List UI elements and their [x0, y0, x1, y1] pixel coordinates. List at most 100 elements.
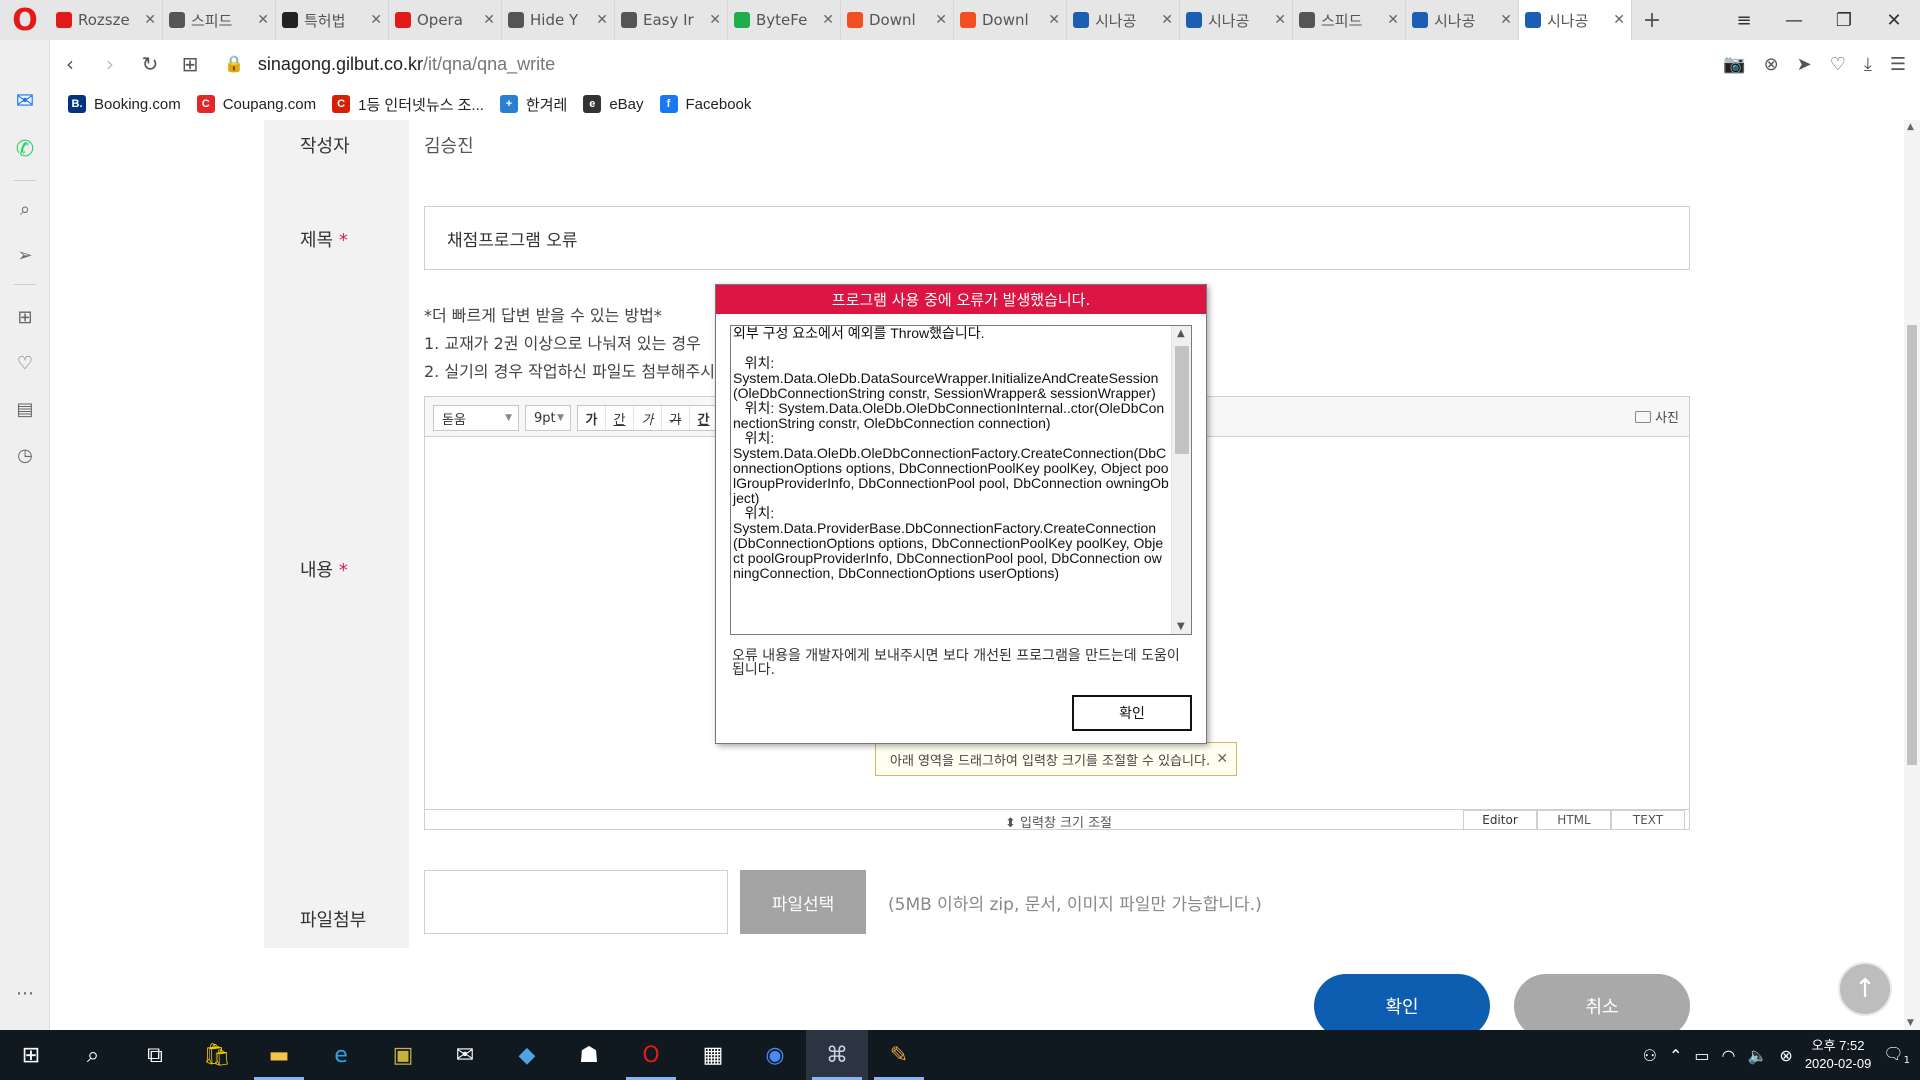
messenger-icon[interactable]: ✉ [12, 88, 38, 114]
file-select-button[interactable]: 파일선택 [740, 870, 866, 934]
bookmark-item[interactable]: C 1등 인터넷뉴스 조... [332, 94, 484, 115]
calculator-icon[interactable]: ▦ [682, 1030, 744, 1080]
close-window-button[interactable]: ✕ [1866, 0, 1920, 40]
page-scrollbar[interactable]: ▲ ▼ [1904, 120, 1920, 1030]
speed-dial-icon[interactable]: ⊞ [170, 44, 210, 84]
more-icon[interactable]: ⋯ [12, 980, 38, 1006]
browser-tab[interactable]: 시나공 ✕ [1180, 0, 1293, 40]
app-icon[interactable]: ◆ [496, 1030, 558, 1080]
scroll-to-top-icon[interactable]: ↑ [1838, 962, 1892, 1016]
close-icon[interactable]: ✕ [483, 12, 495, 28]
flow-icon[interactable]: ➢ [12, 242, 38, 268]
scroll-up-icon[interactable]: ▲ [1907, 122, 1914, 132]
close-icon[interactable]: ✕ [370, 12, 382, 28]
scroll-down-icon[interactable]: ▼ [1907, 1018, 1914, 1028]
scroll-down-icon[interactable]: ▼ [1177, 621, 1185, 632]
close-icon[interactable]: ✕ [1274, 12, 1286, 28]
battery-icon[interactable]: ▭ [1694, 1046, 1709, 1065]
italic-button[interactable]: 가 [634, 406, 662, 430]
windows-start-icon[interactable]: ⊞ [0, 1030, 62, 1080]
resize-handle[interactable]: ⬍ 입력창 크기 조절 [1005, 812, 1112, 831]
send-icon[interactable]: ➤ [1797, 54, 1812, 75]
internet-explorer-icon[interactable]: e [310, 1030, 372, 1080]
font-color-button[interactable]: 간 [690, 406, 718, 430]
app-icon[interactable]: ▣ [372, 1030, 434, 1080]
speed-dial-icon[interactable]: ⊞ [12, 304, 38, 330]
news-icon[interactable]: ▤ [12, 396, 38, 422]
close-icon[interactable]: ✕ [935, 12, 947, 28]
close-icon[interactable]: ✕ [596, 12, 608, 28]
app-icon[interactable]: ☗ [558, 1030, 620, 1080]
chrome-icon[interactable]: ◉ [744, 1030, 806, 1080]
close-icon[interactable]: ✕ [822, 12, 834, 28]
back-icon[interactable]: ‹ [50, 44, 90, 84]
editor-mode-tab-html[interactable]: HTML [1537, 810, 1611, 829]
dialog-ok-button[interactable]: 확인 [1072, 695, 1192, 731]
browser-tab[interactable]: ByteFe ✕ [728, 0, 841, 40]
browser-tab[interactable]: 시나공 ✕ [1519, 0, 1632, 40]
mail-icon[interactable]: ✉ [434, 1030, 496, 1080]
bookmarks-heart-icon[interactable]: ♡ [12, 350, 38, 376]
confirm-button[interactable]: 확인 [1314, 974, 1490, 1030]
browser-tab[interactable]: 시나공 ✕ [1067, 0, 1180, 40]
file-explorer-icon[interactable]: ▬ [248, 1030, 310, 1080]
bookmark-item[interactable]: f Facebook [659, 95, 751, 113]
reload-icon[interactable]: ↻ [130, 44, 170, 84]
close-icon[interactable]: ✕ [1387, 12, 1399, 28]
font-select[interactable]: 돋움 ▼ [433, 405, 519, 431]
opera-menu-icon[interactable]: O [0, 0, 50, 40]
title-input[interactable]: 채점프로그램 오류 [424, 206, 1690, 270]
close-icon[interactable]: ✕ [709, 12, 721, 28]
browser-tab[interactable]: Hide Y ✕ [502, 0, 615, 40]
scroll-up-icon[interactable]: ▲ [1177, 328, 1185, 339]
cancel-button[interactable]: 취소 [1514, 974, 1690, 1030]
clock[interactable]: 오후 7:52 2020-02-09 [1805, 1037, 1872, 1073]
minimize-button[interactable]: — [1766, 0, 1822, 40]
close-icon[interactable]: ✕ [257, 12, 269, 28]
close-icon[interactable]: ✕ [1048, 12, 1060, 28]
browser-tab[interactable]: Downl ✕ [954, 0, 1067, 40]
restore-button[interactable]: ❐ [1816, 0, 1872, 40]
chevron-up-icon[interactable]: ⌃ [1669, 1046, 1682, 1065]
forward-icon[interactable]: › [90, 44, 130, 84]
bookmark-item[interactable]: C Coupang.com [196, 95, 316, 113]
snapshot-icon[interactable]: 📷 [1723, 54, 1745, 75]
store-icon[interactable]: 🛍 [186, 1030, 248, 1080]
whatsapp-icon[interactable]: ✆ [12, 136, 38, 162]
heart-icon[interactable]: ♡ [1830, 54, 1846, 75]
font-size-select[interactable]: 9pt ▼ [525, 405, 571, 431]
volume-icon[interactable]: 🔈 [1747, 1046, 1767, 1065]
notification-icon[interactable]: 🗨1 [1883, 1044, 1910, 1066]
editor-mode-tab-text[interactable]: TEXT [1611, 810, 1685, 829]
search-icon[interactable]: ⌕ [62, 1030, 124, 1080]
browser-tab[interactable]: Opera ✕ [389, 0, 502, 40]
download-icon[interactable]: ⤓ [1864, 54, 1872, 75]
strikethrough-button[interactable]: 가 [662, 406, 690, 430]
browser-tab[interactable]: Downl ✕ [841, 0, 954, 40]
browser-tab[interactable]: Easy Ir ✕ [615, 0, 728, 40]
search-icon[interactable]: ⌕ [12, 196, 38, 222]
close-icon[interactable]: ✕ [1613, 12, 1625, 28]
url-field[interactable]: 🔒 sinagong.gilbut.co.kr/it/qna/qna_write [224, 54, 555, 75]
close-icon[interactable]: ✕ [1500, 12, 1512, 28]
browser-tab[interactable]: 시나공 ✕ [1406, 0, 1519, 40]
task-view-icon[interactable]: ⧉ [124, 1030, 186, 1080]
easy-setup-icon[interactable]: ☰ [1890, 54, 1906, 75]
grading-program-icon[interactable]: ⌘ [806, 1030, 868, 1080]
new-tab-button[interactable]: + [1632, 0, 1672, 40]
wifi-icon[interactable]: ◠ [1722, 1046, 1736, 1065]
close-icon[interactable]: ✕ [1216, 751, 1228, 767]
editor-mode-tab-editor[interactable]: Editor [1463, 810, 1537, 829]
browser-tab[interactable]: Rozsze ✕ [50, 0, 163, 40]
error-text-box[interactable]: 외부 구성 요소에서 예외를 Throw했습니다. 위치: System.Dat… [730, 325, 1192, 635]
adblock-icon[interactable]: ⊗ [1764, 54, 1779, 75]
bookmark-item[interactable]: B. Booking.com [68, 95, 181, 113]
bookmark-item[interactable]: e eBay [583, 95, 644, 113]
photo-button[interactable]: 사진 [1635, 407, 1679, 426]
status-icon[interactable]: ⊗ [1779, 1046, 1792, 1065]
browser-tab[interactable]: 스피드 ✕ [163, 0, 276, 40]
scrollbar-thumb[interactable] [1907, 325, 1917, 765]
people-icon[interactable]: ⚇ [1643, 1046, 1657, 1065]
history-icon[interactable]: ◷ [12, 442, 38, 468]
error-text-scrollbar[interactable]: ▲ ▼ [1171, 326, 1191, 634]
